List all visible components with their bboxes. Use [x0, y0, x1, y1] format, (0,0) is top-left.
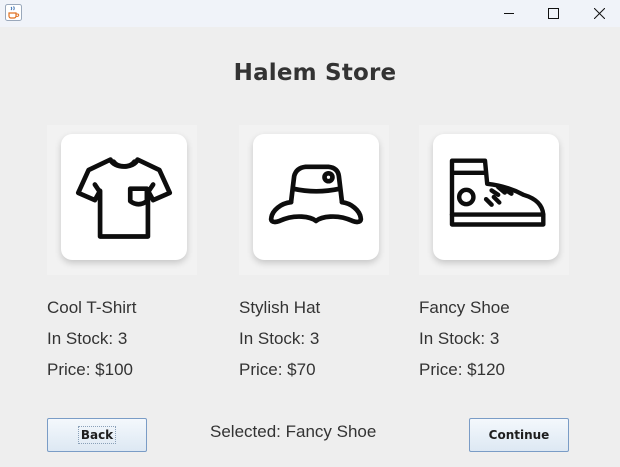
product-stock: In Stock: 3	[419, 329, 500, 348]
back-button[interactable]: Back	[47, 418, 147, 452]
product-image[interactable]	[239, 125, 389, 275]
product-name: Fancy Shoe	[419, 298, 510, 317]
store-title: Halem Store	[233, 60, 397, 86]
window-titlebar	[0, 0, 620, 27]
product-price: Price: $120	[419, 360, 505, 379]
maximize-icon	[547, 8, 559, 19]
close-button[interactable]	[576, 0, 620, 27]
back-button-label: Back	[77, 426, 117, 444]
bucket-hat-icon	[268, 164, 364, 225]
continue-button-label: Continue	[488, 428, 550, 442]
product-name: Stylish Hat	[239, 298, 321, 317]
maximize-button[interactable]	[530, 0, 576, 27]
product-price: Price: $100	[47, 360, 133, 379]
t-shirt-icon	[75, 157, 173, 239]
product-name: Cool T-Shirt	[47, 298, 137, 317]
continue-button[interactable]: Continue	[469, 418, 569, 452]
product-stock: In Stock: 3	[47, 329, 128, 348]
minimize-icon	[503, 13, 514, 14]
product-card-cool-t-shirt[interactable]: Cool T-Shirt In Stock: 3 Price: $100	[47, 125, 222, 385]
product-image[interactable]	[419, 125, 569, 275]
minimize-button[interactable]	[486, 0, 532, 27]
product-image[interactable]	[47, 125, 197, 275]
product-card-fancy-shoe[interactable]: Fancy Shoe In Stock: 3 Price: $120	[419, 125, 594, 385]
selected-product-text: Selected: Fancy Shoe	[210, 422, 377, 441]
product-stock: In Stock: 3	[239, 329, 320, 348]
product-card-stylish-hat[interactable]: Stylish Hat In Stock: 3 Price: $70	[239, 125, 414, 385]
sneaker-icon	[449, 158, 546, 227]
close-icon	[593, 8, 605, 19]
java-coffee-cup-icon	[5, 4, 22, 21]
product-price: Price: $70	[239, 360, 316, 379]
